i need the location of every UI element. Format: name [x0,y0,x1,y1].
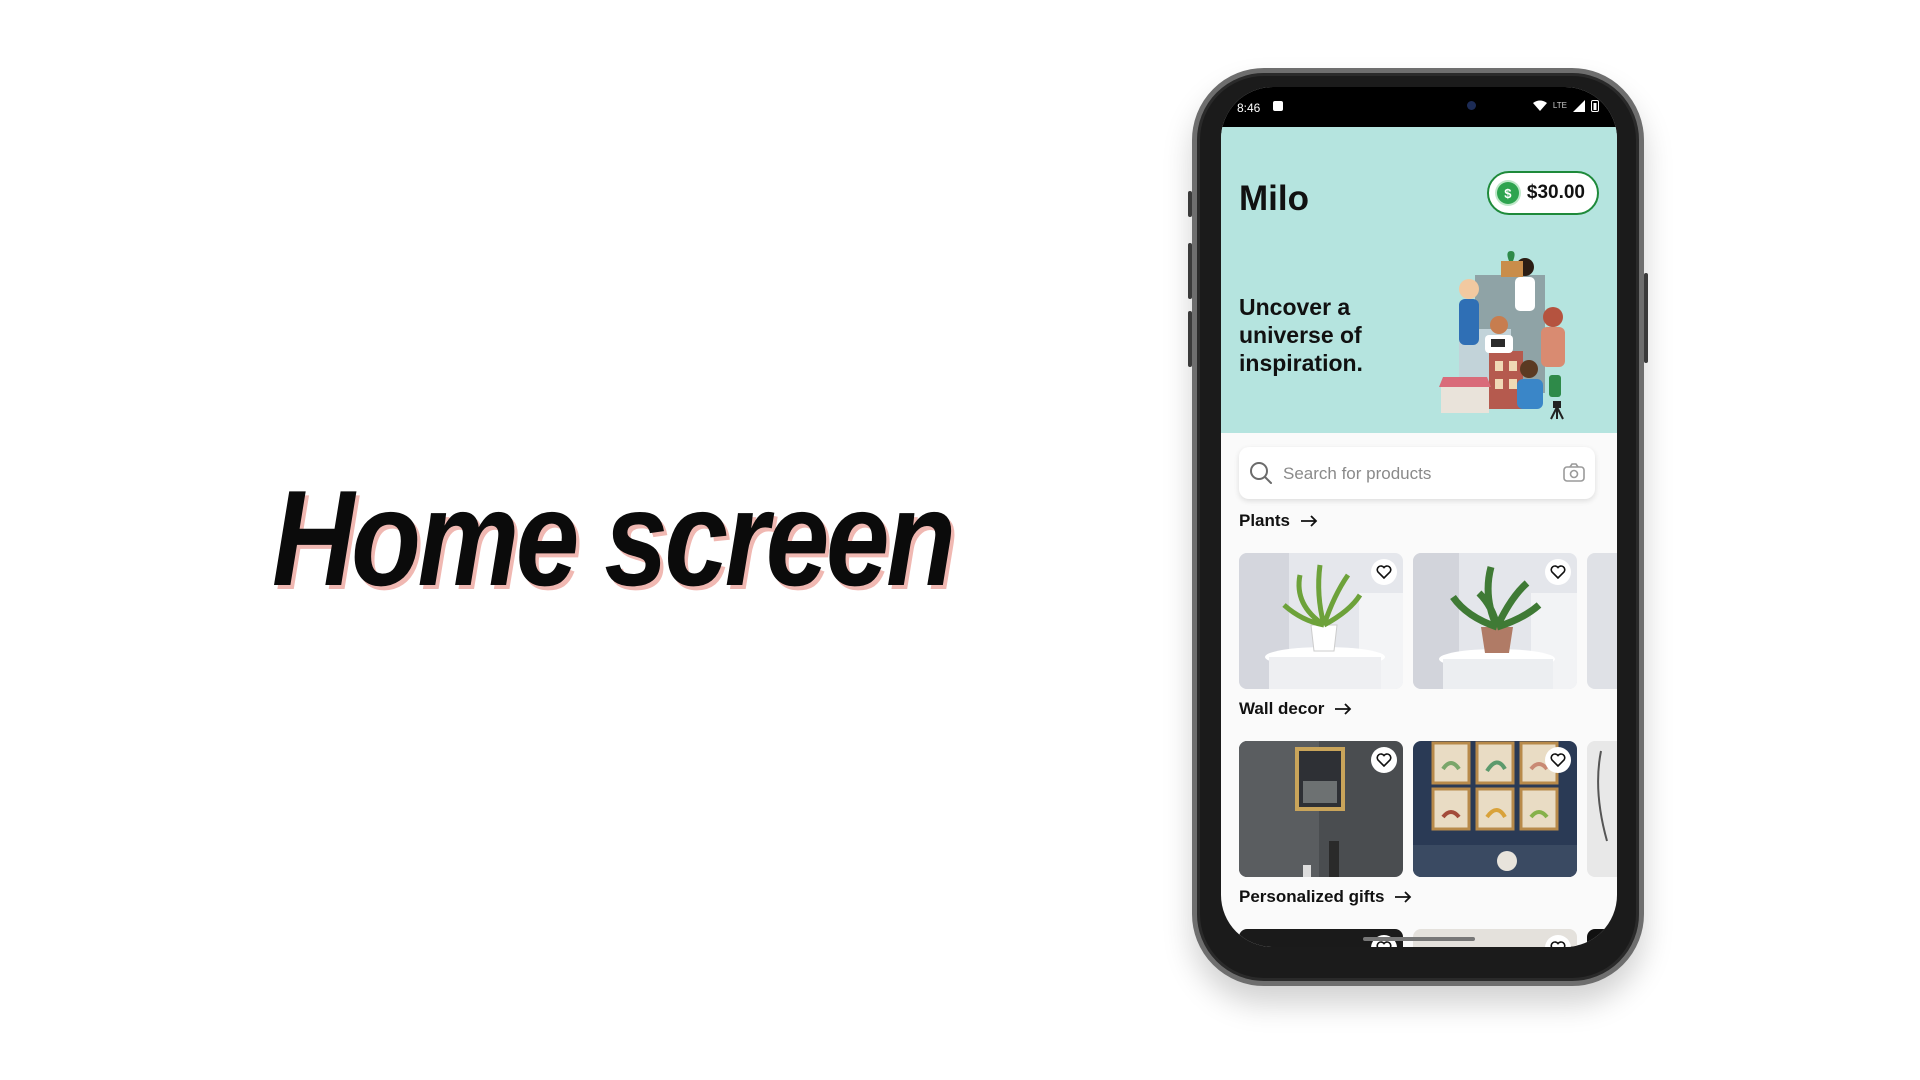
search-input[interactable]: Search for products [1283,464,1431,484]
dollar-coin-icon: $ [1496,182,1519,204]
product-image [1587,553,1617,689]
hero-banner: Milo $ $30.00 Uncover a universe of insp… [1221,127,1617,433]
favorite-button[interactable] [1371,559,1397,585]
signal-icon [1573,99,1585,112]
slide-headline: Home screen [272,462,956,614]
camera-icon[interactable] [1563,463,1585,483]
product-card[interactable] [1587,741,1617,877]
heart-icon [1550,753,1566,767]
section-header-wall-decor[interactable]: Wall decor [1239,699,1352,719]
home-indicator[interactable] [1363,937,1475,941]
product-row-wall-decor [1239,741,1617,877]
hero-tagline: Uncover a universe of inspiration. [1239,294,1363,376]
search-icon [1250,462,1272,484]
product-card[interactable] [1587,553,1617,689]
notch [1313,87,1527,129]
product-card[interactable] [1239,741,1403,877]
section-header-plants[interactable]: Plants [1239,511,1318,531]
balance-pill[interactable]: $ $30.00 [1486,171,1599,215]
hero-illustration [1439,251,1565,420]
app-brand: Milo [1239,179,1309,218]
heart-icon [1376,565,1392,579]
arrow-right-icon [1335,703,1352,715]
product-image [1587,741,1617,877]
phone-screen: 8:46 LTE Milo $ $30.00 Uncover a univers… [1221,87,1617,947]
product-card[interactable] [1239,553,1403,689]
section-header-personalized-gifts[interactable]: Personalized gifts [1239,887,1412,907]
phone-frame: 8:46 LTE Milo $ $30.00 Uncover a univers… [1188,68,1648,986]
favorite-button[interactable] [1545,747,1571,773]
arrow-right-icon [1395,891,1412,903]
heart-icon [1550,941,1566,947]
favorite-button[interactable] [1545,559,1571,585]
heart-icon [1376,753,1392,767]
phone-mute-switch [1188,191,1192,217]
wifi-icon [1532,100,1547,111]
heart-icon [1550,565,1566,579]
search-bar[interactable]: Search for products [1239,447,1595,499]
section-title: Wall decor [1239,699,1325,718]
product-card[interactable] [1413,553,1577,689]
status-time: 8:46 [1237,101,1261,115]
battery-icon [1591,100,1599,112]
phone-volume-up [1188,243,1192,299]
balance-amount: $30.00 [1526,182,1585,203]
section-title: Personalized gifts [1239,887,1385,906]
favorite-button[interactable] [1371,747,1397,773]
product-card[interactable] [1587,929,1617,947]
phone-volume-down [1188,311,1192,367]
product-row-plants [1239,553,1617,689]
notification-icon [1273,101,1283,111]
arrow-right-icon [1301,515,1318,527]
front-camera [1467,101,1476,110]
product-image [1587,929,1617,947]
section-title: Plants [1239,511,1291,530]
status-icons: LTE [1532,99,1599,112]
network-label: LTE [1552,101,1567,110]
heart-icon [1376,941,1392,947]
phone-power-button [1644,273,1648,363]
product-card[interactable] [1413,741,1577,877]
